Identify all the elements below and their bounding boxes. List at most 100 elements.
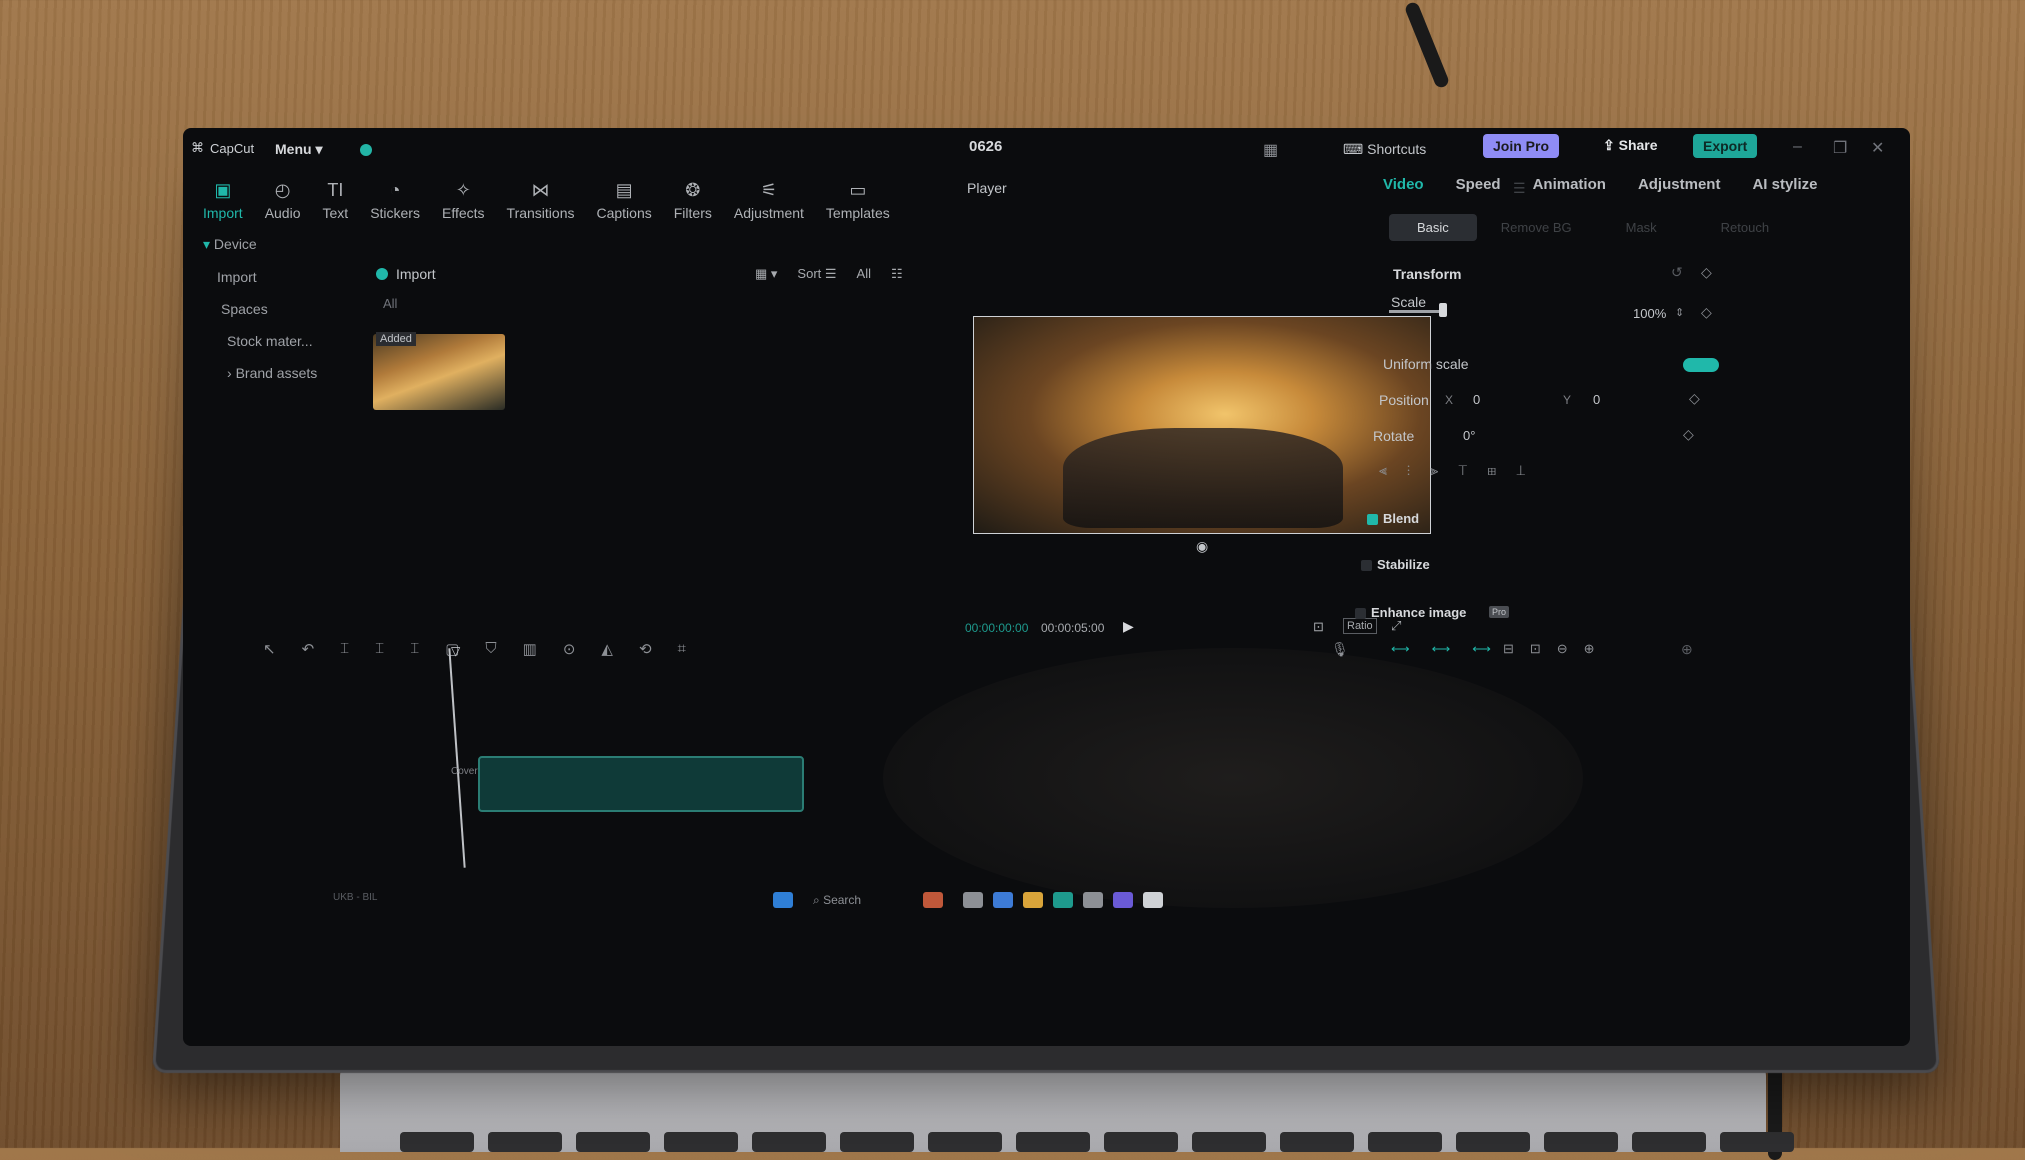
play-circle-icon[interactable]: ⊙ (563, 640, 576, 658)
tab-speed[interactable]: Speed (1456, 176, 1501, 193)
tab-animation[interactable]: Animation (1533, 176, 1606, 193)
split-icon[interactable]: ⌶ (340, 640, 349, 658)
rotate-handle-icon[interactable]: ◉ (1196, 538, 1208, 555)
app-icon-1[interactable] (923, 892, 943, 908)
scale-slider-track[interactable] (1389, 310, 1445, 313)
rotate-icon[interactable]: ⟲ (639, 640, 652, 658)
play-button[interactable]: ▶ (1123, 618, 1134, 635)
timeline-playhead[interactable] (448, 648, 466, 868)
timeline-link-icons[interactable]: ⟷⟷⟷ (1391, 641, 1513, 657)
stickers-icon: ◔ (389, 180, 401, 200)
menu-button[interactable]: Menu ▾ (275, 141, 322, 158)
reset-icon[interactable]: ↺ (1671, 264, 1683, 281)
share-icon: ⇪ (1603, 137, 1615, 153)
cover-button[interactable]: Cover (451, 766, 478, 777)
tool-import[interactable]: ▣ Import (203, 180, 243, 221)
sidebar-item-import[interactable]: Import (203, 269, 317, 285)
browser-icon[interactable] (1053, 892, 1073, 908)
split-right-icon[interactable]: ⌶ (410, 640, 419, 658)
tool-audio[interactable]: ◴ Audio (265, 180, 301, 221)
folder-icon[interactable] (1023, 892, 1043, 908)
filters-icon: ❂ (685, 180, 701, 200)
playhead-handle-icon[interactable]: ▽ (451, 644, 460, 658)
store-icon[interactable] (1083, 892, 1103, 908)
view-grid-icon[interactable]: ▦ ▾ (755, 266, 777, 282)
scale-value[interactable]: 100% (1633, 306, 1666, 321)
timeline-clip[interactable] (478, 756, 804, 812)
tool-templates[interactable]: ▭ Templates (826, 180, 890, 221)
keyframe-icon[interactable]: ◇ (1701, 264, 1712, 281)
app-icon-4[interactable] (1113, 892, 1133, 908)
scale-stepper-icon[interactable]: ⇕ (1675, 306, 1684, 319)
sidebar-item-brand-assets[interactable]: › Brand assets (203, 365, 317, 381)
position-y-label: Y (1563, 393, 1572, 407)
shortcuts-button[interactable]: ⌨ Shortcuts (1343, 141, 1426, 158)
undo-icon[interactable]: ↶ (302, 640, 315, 658)
start-icon[interactable] (773, 892, 793, 908)
weather-widget[interactable]: UKB - BIL (333, 892, 377, 903)
align-icons[interactable]: ⫷⫶⫸⊤⊞⊥ (1379, 462, 1545, 479)
share-button[interactable]: ⇪ Share (1603, 137, 1658, 154)
crop-icon[interactable]: ⌗ (678, 640, 686, 658)
subtab-remove-bg[interactable]: Remove BG (1501, 214, 1572, 241)
tool-adjustment[interactable]: ⚟ Adjustment (734, 180, 804, 221)
fit-screen-icon[interactable]: ⊡ (1313, 619, 1324, 635)
join-pro-button[interactable]: Join Pro (1483, 134, 1560, 158)
tool-transitions[interactable]: ⋈ Transitions (507, 180, 575, 221)
split-left-icon[interactable]: ⌶ (375, 640, 384, 658)
tab-video[interactable]: Video (1383, 176, 1424, 193)
fullscreen-icon[interactable]: ⤢ (1391, 618, 1401, 634)
export-button[interactable]: Export (1693, 134, 1758, 158)
maximize-icon[interactable]: ❐ (1833, 138, 1847, 158)
timeline-settings-icon[interactable]: ⊕ (1681, 641, 1693, 658)
blend-checkbox[interactable] (1367, 514, 1378, 525)
tool-filters[interactable]: ❂ Filters (674, 180, 712, 221)
transform-section[interactable]: Transform (1393, 266, 1461, 282)
mirror-icon[interactable]: ◭ (601, 640, 613, 658)
tool-stickers[interactable]: ◔ Stickers (370, 180, 420, 221)
rotate-input[interactable]: 0° (1463, 428, 1475, 443)
subtab-retouch[interactable]: Retouch (1681, 214, 1769, 241)
project-title: 0626 (969, 138, 1003, 155)
all-filter-button[interactable]: All (857, 266, 871, 282)
sidebar-item-device[interactable]: ▾ Device (203, 236, 317, 253)
uniform-scale-toggle[interactable] (1683, 358, 1719, 372)
ratio-button[interactable]: Ratio (1343, 618, 1377, 634)
media-sort-bar: ▦ ▾ Sort ☰ All ☷ (755, 266, 903, 282)
media-filter-all[interactable]: All (383, 296, 397, 311)
timeline-zoom-icons[interactable]: ⊟⊡⊖⊕ (1503, 641, 1611, 657)
scale-slider-knob[interactable] (1439, 303, 1447, 317)
filter-icon[interactable]: ☷ (891, 266, 903, 282)
blend-label: Blend (1383, 511, 1420, 526)
import-media-button[interactable]: Import (376, 266, 436, 282)
scale-keyframe-icon[interactable]: ◇ (1701, 304, 1712, 321)
tool-effects[interactable]: ✧ Effects (442, 180, 485, 221)
tab-adjustment[interactable]: Adjustment (1638, 176, 1721, 193)
templates-icon: ▭ (849, 180, 867, 200)
sort-button[interactable]: Sort ☰ (797, 266, 836, 282)
rotate-keyframe-icon[interactable]: ◇ (1683, 426, 1694, 443)
select-icon[interactable]: ↖ (263, 640, 276, 658)
minimize-icon[interactable]: – (1793, 138, 1802, 156)
freeze-icon[interactable]: ▥ (523, 640, 537, 658)
tool-captions[interactable]: ▤ Captions (596, 180, 651, 221)
close-icon[interactable]: ✕ (1871, 138, 1884, 158)
position-x-input[interactable]: 0 (1473, 392, 1480, 407)
stabilize-checkbox[interactable] (1361, 560, 1372, 571)
app-icon-3[interactable] (993, 892, 1013, 908)
subtab-basic[interactable]: Basic (1389, 214, 1477, 241)
taskbar-search[interactable]: ⌕ Search (813, 893, 861, 908)
position-keyframe-icon[interactable]: ◇ (1689, 390, 1700, 407)
sidebar-item-stock[interactable]: Stock mater... (203, 333, 317, 349)
shield-icon[interactable]: ⛉ (485, 640, 496, 658)
enhance-checkbox[interactable] (1355, 608, 1366, 619)
layout-icon[interactable]: ▦ (1263, 140, 1278, 160)
app-icon-2[interactable] (963, 892, 983, 908)
sidebar-item-spaces[interactable]: Spaces (203, 301, 317, 317)
app-icon-5[interactable] (1143, 892, 1163, 908)
position-y-input[interactable]: 0 (1593, 392, 1600, 407)
subtab-mask[interactable]: Mask (1596, 214, 1657, 241)
tab-ai-stylize[interactable]: AI stylize (1752, 176, 1817, 193)
microphone-icon[interactable]: 🎙 (1331, 641, 1349, 658)
tool-text[interactable]: TI Text (323, 180, 349, 221)
